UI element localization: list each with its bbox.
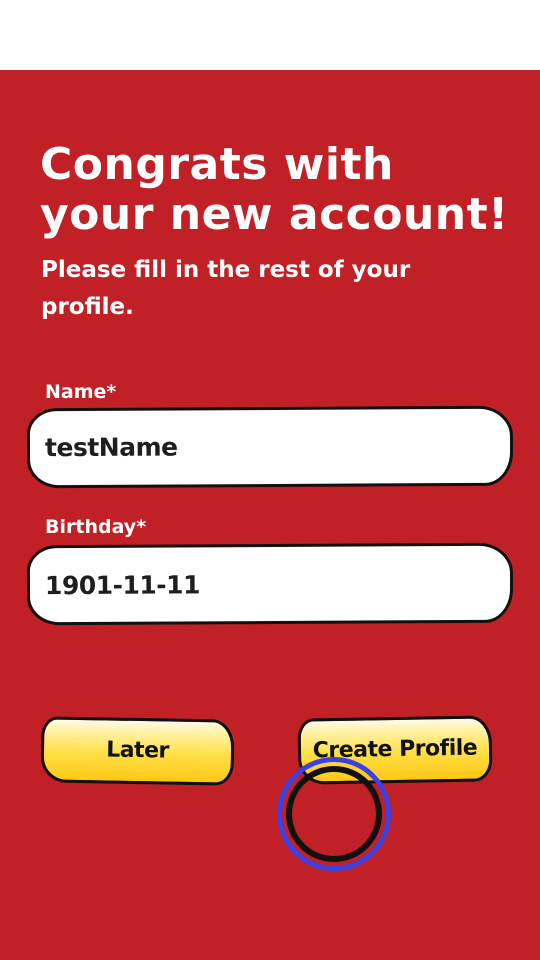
birthday-field-box[interactable] — [26, 542, 514, 626]
later-button[interactable]: Later — [40, 716, 235, 786]
name-label: Name* — [45, 381, 117, 403]
page-subtitle: Please fill in the rest of your profile. — [41, 257, 411, 320]
birthday-input[interactable] — [44, 567, 486, 603]
create-profile-button[interactable]: Create Profile — [297, 715, 493, 785]
birthday-label: Birthday* — [45, 516, 147, 538]
screen: Congrats with your new account! Please f… — [0, 0, 540, 960]
page-title: Congrats with your new account! — [40, 139, 509, 240]
name-input[interactable] — [44, 429, 486, 465]
name-field-box[interactable] — [26, 405, 514, 489]
status-bar — [0, 0, 540, 70]
